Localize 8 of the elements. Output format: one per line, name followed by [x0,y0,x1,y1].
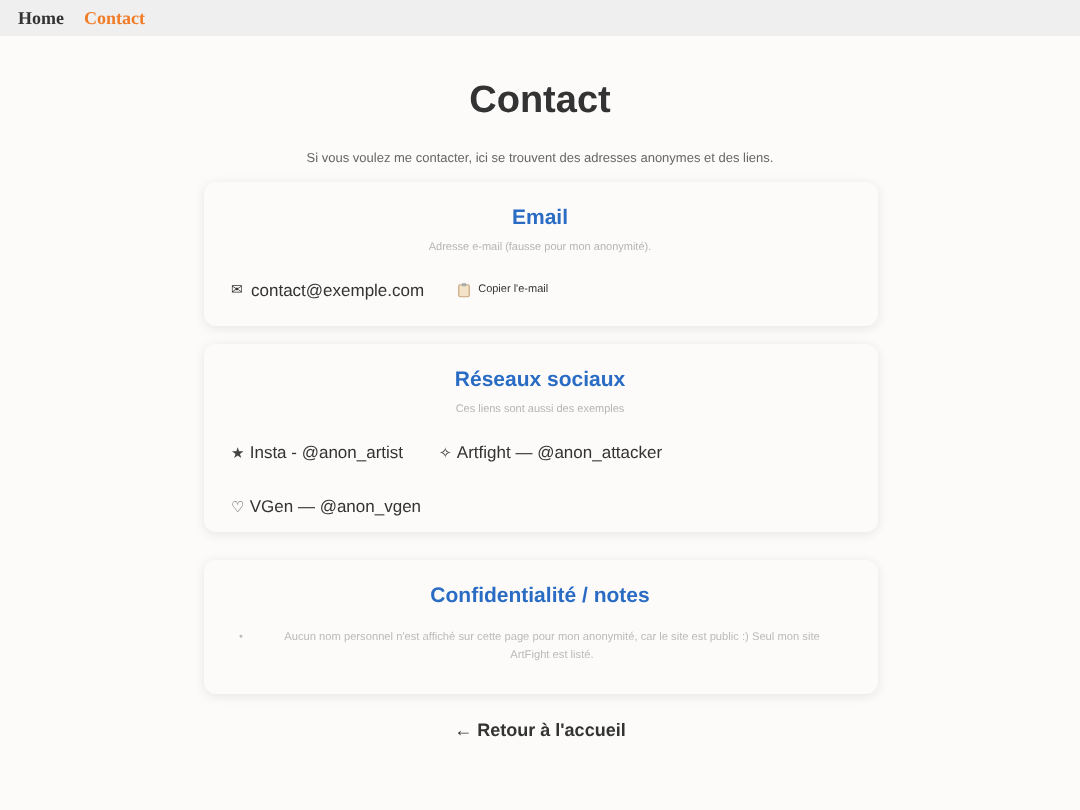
card-title: Réseaux sociaux [452,368,628,394]
page-title: Contact [469,80,611,124]
back-link[interactable]: ← Retour à l'accueil [454,720,626,740]
card-title: Confidentialité / notes [428,584,652,610]
clipboard-icon [458,282,471,298]
email-address: contact@exemple.com [251,280,425,300]
nav-link[interactable]: Home [18,8,64,28]
card-title: Email [509,206,570,232]
